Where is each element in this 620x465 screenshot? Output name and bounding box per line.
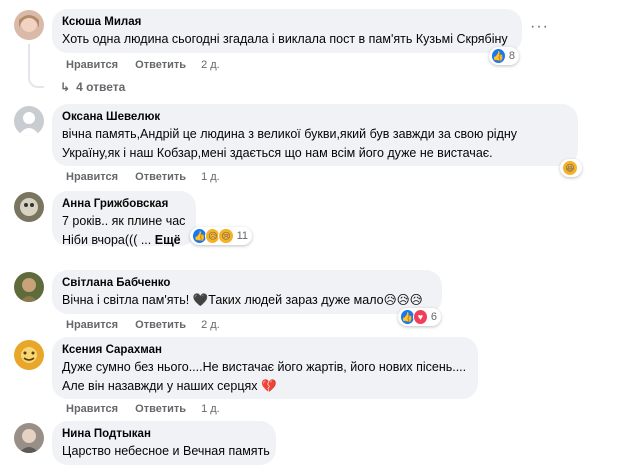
like-button[interactable]: Нравится bbox=[66, 403, 118, 415]
like-icon: 👍 bbox=[491, 48, 506, 64]
comment-text-line: Ніби вчора((( ... Ещё bbox=[62, 231, 185, 250]
comment-time[interactable]: 1 д. bbox=[201, 403, 220, 415]
comment-author[interactable]: Анна Грижбовская bbox=[62, 197, 185, 212]
comment-bubble: Анна Грижбовская 7 років.. як плине час … bbox=[52, 191, 196, 247]
comment-actions: Нравится Ответить 1 д. bbox=[66, 171, 234, 183]
comment-bubble: Світлана Бабченко Вічна і світла пам'ять… bbox=[52, 270, 442, 314]
see-more-link[interactable]: Ещё bbox=[155, 233, 181, 247]
comment-text-line: 7 років.. як плине час bbox=[62, 214, 186, 228]
haha-icon: 😆 bbox=[562, 160, 578, 176]
comment-text-line: Але він назавжди у наших серцях 💔 bbox=[62, 379, 277, 393]
reaction-summary[interactable]: 👍 😥 😢 11 bbox=[190, 227, 252, 245]
like-button[interactable]: Нравится bbox=[66, 319, 118, 331]
reply-button[interactable]: Ответить bbox=[135, 403, 186, 415]
comment-bubble: Ксюша Милая Хоть одна людина сьогодні зг… bbox=[52, 9, 522, 53]
comment-bubble: Оксана Шевелюк вічна память,Андрій це лю… bbox=[52, 104, 578, 166]
comment-bubble: Ксения Сарахман Дуже сумно без нього....… bbox=[52, 337, 478, 399]
reply-button[interactable]: Ответить bbox=[135, 319, 186, 331]
avatar[interactable] bbox=[14, 106, 44, 136]
reaction-summary[interactable]: 👍 8 bbox=[489, 47, 519, 65]
reaction-count: 6 bbox=[430, 311, 437, 323]
comment-author[interactable]: Оксана Шевелюк bbox=[62, 110, 567, 125]
avatar[interactable] bbox=[14, 192, 44, 222]
comment-text-line: Дуже сумно без нього....Не вистачає його… bbox=[62, 360, 467, 374]
view-replies-link[interactable]: ↳ 4 ответа bbox=[60, 80, 125, 94]
comment-author[interactable]: Нина Подтыкан bbox=[62, 427, 265, 442]
replies-label: 4 ответа bbox=[76, 80, 126, 94]
comment-author[interactable]: Ксюша Милая bbox=[62, 15, 511, 30]
comment-author[interactable]: Світлана Бабченко bbox=[62, 276, 431, 291]
avatar[interactable] bbox=[14, 272, 44, 302]
like-button[interactable]: Нравится bbox=[66, 59, 118, 71]
avatar[interactable] bbox=[14, 423, 44, 453]
comment-actions: Нравится Ответить 2 д. bbox=[66, 59, 234, 71]
reply-thread-line bbox=[28, 44, 44, 88]
heart-icon: ♥ bbox=[412, 309, 428, 325]
comment-actions: Нравится Ответить 2 д. bbox=[66, 319, 234, 331]
comment-time[interactable]: 2 д. bbox=[201, 319, 220, 331]
sad-icon: 😢 bbox=[218, 228, 234, 244]
reaction-summary[interactable]: 👍 ♥ 6 bbox=[398, 308, 441, 326]
comment-actions: Нравится Ответить 1 д. bbox=[66, 403, 234, 415]
comment-text: Вічна і світла пам'ять! 🖤Таких людей зар… bbox=[62, 293, 423, 307]
comment-time[interactable]: 1 д. bbox=[201, 171, 220, 183]
like-button[interactable]: Нравится bbox=[66, 171, 118, 183]
comment-author[interactable]: Ксения Сарахман bbox=[62, 343, 467, 358]
comment-text-line: вічна память,Андрій це людина з великої … bbox=[62, 127, 518, 141]
avatar[interactable] bbox=[14, 10, 44, 40]
reply-button[interactable]: Ответить bbox=[135, 59, 186, 71]
more-options-icon[interactable]: ··· bbox=[530, 19, 549, 35]
reply-button[interactable]: Ответить bbox=[135, 171, 186, 183]
comment-text: Хоть одна людина сьогодні згадала і викл… bbox=[62, 32, 508, 46]
reply-arrow-icon: ↳ bbox=[60, 80, 71, 94]
reaction-summary[interactable]: 😆 bbox=[560, 159, 582, 177]
avatar[interactable] bbox=[14, 340, 44, 370]
comment-time[interactable]: 2 д. bbox=[201, 59, 220, 71]
reaction-count: 8 bbox=[508, 50, 515, 62]
comment-text: Ніби вчора((( ... bbox=[62, 233, 152, 247]
comment-bubble: Нина Подтыкан Царство небесное и Вечная … bbox=[52, 421, 276, 465]
comment-text-line: Україну,як і наш Кобзар,мені здається що… bbox=[62, 146, 493, 160]
comment-text: Царство небесное и Вечная память bbox=[62, 444, 270, 458]
reaction-count: 11 bbox=[236, 230, 248, 242]
